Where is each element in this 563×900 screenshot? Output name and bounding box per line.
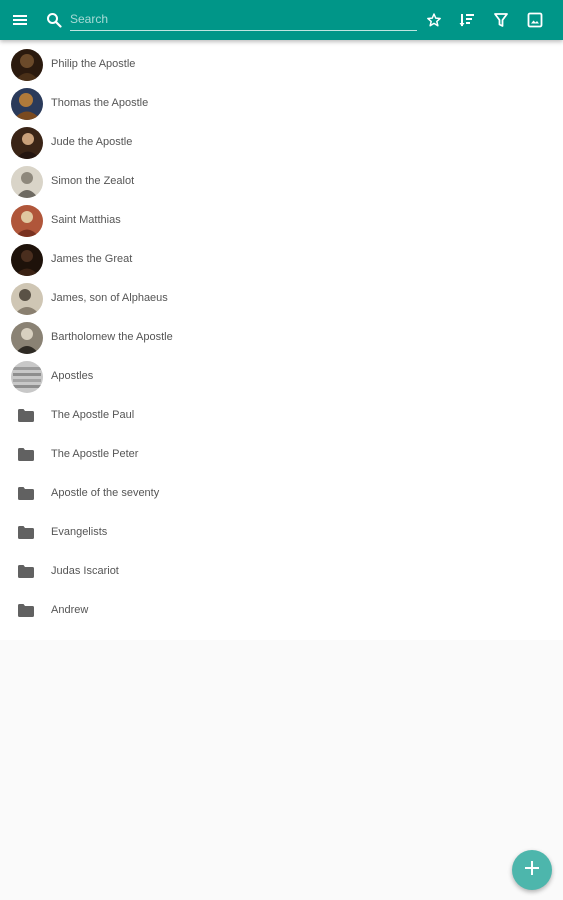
avatar: [11, 166, 43, 198]
folder-item[interactable]: Judas Iscariot: [0, 552, 563, 591]
list-item[interactable]: Philip the Apostle: [0, 45, 563, 84]
folder-icon: [18, 526, 34, 539]
avatar: [11, 361, 43, 393]
list-item[interactable]: James, son of Alphaeus: [0, 279, 563, 318]
search-icon[interactable]: [44, 10, 64, 30]
plus-icon: [525, 860, 539, 880]
image-icon[interactable]: [525, 10, 545, 30]
list-item-label: Jude the Apostle: [51, 136, 133, 148]
folder-icon: [18, 409, 34, 422]
search-field[interactable]: [70, 8, 417, 31]
list-item-label: Saint Matthias: [51, 214, 121, 226]
avatar: [11, 88, 43, 120]
item-list: Philip the Apostle Thomas the Apostle Ju…: [0, 40, 563, 640]
search-input[interactable]: [70, 8, 417, 30]
filter-icon[interactable]: [491, 10, 511, 30]
list-item[interactable]: Jude the Apostle: [0, 123, 563, 162]
list-item-label: Thomas the Apostle: [51, 97, 149, 109]
list-item-label: The Apostle Peter: [51, 448, 139, 460]
avatar: [11, 322, 43, 354]
folder-item[interactable]: The Apostle Paul: [0, 396, 563, 435]
list-item-label: Evangelists: [51, 526, 108, 538]
list-item-label: The Apostle Paul: [51, 409, 135, 421]
list-item[interactable]: Simon the Zealot: [0, 162, 563, 201]
list-item[interactable]: James the Great: [0, 240, 563, 279]
list-item-label: James the Great: [51, 253, 133, 265]
list-item-label: Andrew: [51, 604, 89, 616]
folder-icon: [18, 565, 34, 578]
list-item[interactable]: Saint Matthias: [0, 201, 563, 240]
avatar: [11, 205, 43, 237]
folder-icon: [18, 448, 34, 461]
list-item-label: Philip the Apostle: [51, 58, 136, 70]
list-item-label: Simon the Zealot: [51, 175, 135, 187]
avatar: [11, 127, 43, 159]
app-bar: [0, 0, 563, 40]
folder-icon: [18, 487, 34, 500]
folder-item[interactable]: The Apostle Peter: [0, 435, 563, 474]
folder-item[interactable]: Evangelists: [0, 513, 563, 552]
list-item-label: Apostles: [51, 370, 94, 382]
menu-icon[interactable]: [10, 10, 30, 30]
list-item-label: Judas Iscariot: [51, 565, 119, 577]
avatar: [11, 49, 43, 81]
list-item[interactable]: Apostles: [0, 357, 563, 396]
add-button[interactable]: [512, 850, 552, 890]
avatar: [11, 283, 43, 315]
avatar: [11, 244, 43, 276]
list-item-label: Bartholomew the Apostle: [51, 331, 173, 343]
star-outline-icon[interactable]: [424, 10, 444, 30]
list-item-label: James, son of Alphaeus: [51, 292, 168, 304]
folder-item[interactable]: Apostle of the seventy: [0, 474, 563, 513]
folder-item[interactable]: Andrew: [0, 591, 563, 630]
sort-icon[interactable]: [457, 10, 477, 30]
folder-icon: [18, 604, 34, 617]
list-item[interactable]: Bartholomew the Apostle: [0, 318, 563, 357]
list-item-label: Apostle of the seventy: [51, 487, 160, 499]
list-item[interactable]: Thomas the Apostle: [0, 84, 563, 123]
